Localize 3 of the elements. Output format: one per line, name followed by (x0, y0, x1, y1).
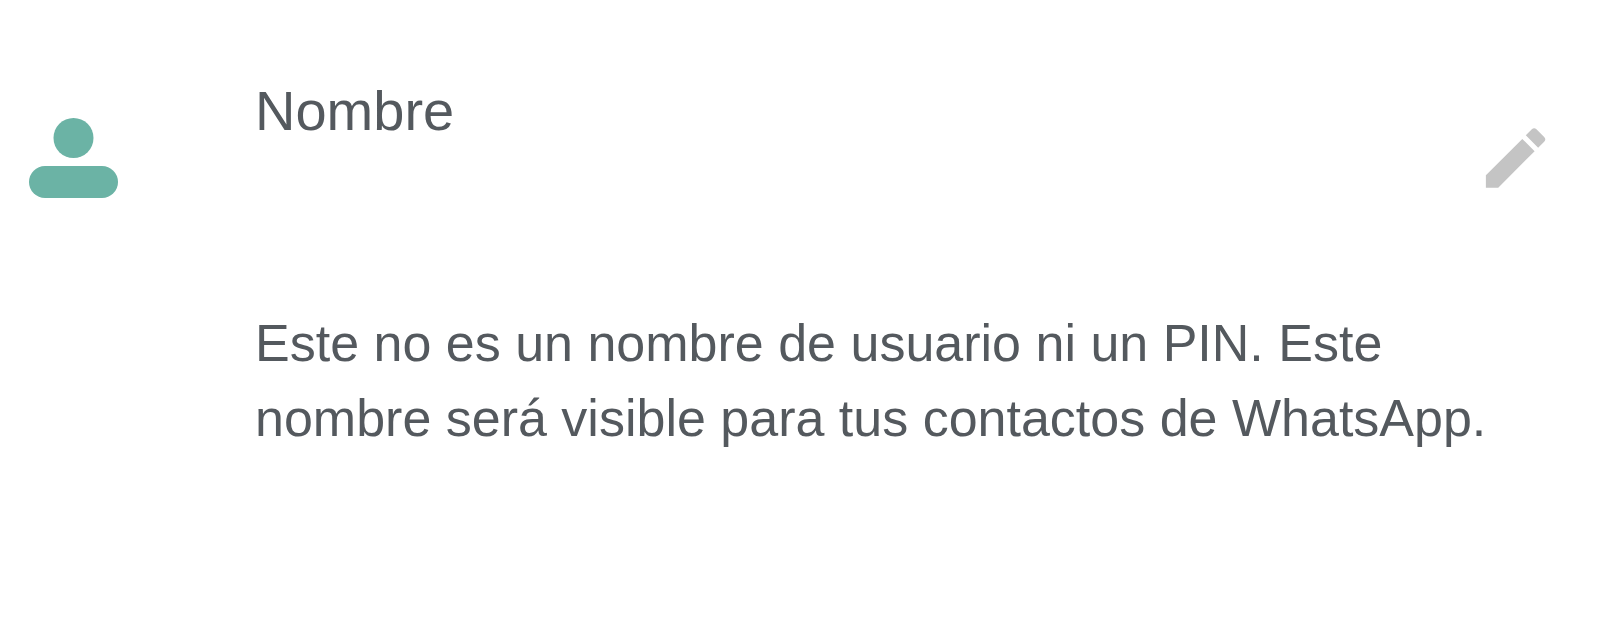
name-label: Nombre (255, 78, 455, 144)
person-icon (29, 118, 118, 198)
hint-text: Este no es un nombre de usuario ni un PIN. Este nombre será visible para tus contactos de WhatsApp. (255, 313, 1488, 449)
